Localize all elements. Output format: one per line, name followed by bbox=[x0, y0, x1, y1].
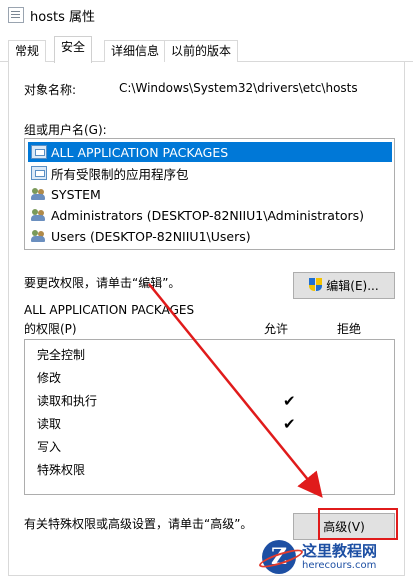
watermark-text: 这里教程网 herecours.com bbox=[302, 541, 378, 572]
permission-row-special: 特殊权限 bbox=[37, 459, 387, 481]
edit-button[interactable]: 编辑(E)... bbox=[293, 272, 395, 299]
package-icon bbox=[31, 145, 47, 159]
title-bar: hosts 属性 bbox=[0, 0, 413, 30]
tab-strip: 常规 安全 详细信息 以前的版本 bbox=[0, 36, 413, 63]
user-name: ALL APPLICATION PACKAGES bbox=[51, 144, 229, 160]
tab-details[interactable]: 详细信息 bbox=[104, 40, 167, 62]
window-title: hosts 属性 bbox=[30, 9, 95, 25]
user-row-system[interactable]: SYSTEM bbox=[28, 184, 392, 204]
permission-row-read-execute: 读取和执行 ✔ bbox=[37, 390, 387, 412]
deny-column-header: 拒绝 bbox=[337, 322, 362, 336]
object-name-label: 对象名称: bbox=[24, 83, 77, 97]
permission-name: 读取和执行 bbox=[37, 394, 98, 408]
users-icon bbox=[31, 208, 47, 222]
permissions-of-label: 的权限(P) bbox=[24, 322, 77, 336]
user-name: SYSTEM bbox=[51, 186, 101, 202]
watermark-name: 这里教程网 bbox=[302, 541, 378, 560]
user-name: Users (DESKTOP-82NIIU1\Users) bbox=[51, 228, 251, 244]
edit-button-label: 编辑(E)... bbox=[326, 279, 379, 293]
permission-name: 完全控制 bbox=[37, 348, 86, 362]
permission-name: 读取 bbox=[37, 417, 62, 431]
permission-row-write: 写入 bbox=[37, 436, 387, 458]
special-permissions-hint: 有关特殊权限或高级设置，请单击“高级”。 bbox=[24, 517, 253, 531]
allow-column-header: 允许 bbox=[264, 322, 289, 336]
permission-row-full-control: 完全控制 bbox=[37, 344, 387, 366]
permissions-for-label: ALL APPLICATION PACKAGES bbox=[24, 303, 195, 317]
group-label: 组或用户名(G): bbox=[24, 123, 107, 137]
user-row-all-app-packages[interactable]: ALL APPLICATION PACKAGES bbox=[28, 142, 392, 162]
annotation-highlight-box bbox=[318, 508, 398, 540]
watermark: Z 这里教程网 herecours.com bbox=[262, 538, 413, 576]
permissions-list: 完全控制 修改 读取和执行 ✔ 读取 ✔ 写入 特殊权限 bbox=[24, 339, 395, 495]
allow-check-icon: ✔ bbox=[283, 392, 296, 410]
object-name-value: C:\Windows\System32\drivers\etc\hosts bbox=[119, 81, 358, 95]
tab-security[interactable]: 安全 bbox=[54, 36, 93, 63]
permission-name: 修改 bbox=[37, 371, 62, 385]
package-icon bbox=[31, 166, 47, 180]
user-row-restricted-packages[interactable]: 所有受限制的应用程序包 bbox=[28, 163, 392, 183]
user-name: 所有受限制的应用程序包 bbox=[51, 166, 189, 182]
users-icon bbox=[31, 229, 47, 243]
change-permissions-hint: 要更改权限，请单击“编辑”。 bbox=[24, 276, 181, 290]
permission-name: 写入 bbox=[37, 440, 62, 454]
file-icon bbox=[8, 7, 24, 23]
allow-check-icon: ✔ bbox=[283, 415, 296, 433]
permission-row-modify: 修改 bbox=[37, 367, 387, 389]
shield-icon bbox=[309, 278, 323, 293]
user-row-users[interactable]: Users (DESKTOP-82NIIU1\Users) bbox=[28, 226, 392, 246]
user-name: Administrators (DESKTOP-82NIIU1\Administ… bbox=[51, 207, 365, 223]
tab-previous-versions[interactable]: 以前的版本 bbox=[164, 40, 239, 62]
watermark-logo: Z bbox=[262, 540, 296, 574]
user-row-administrators[interactable]: Administrators (DESKTOP-82NIIU1\Administ… bbox=[28, 205, 392, 225]
permission-row-read: 读取 ✔ bbox=[37, 413, 387, 435]
watermark-url: herecours.com bbox=[302, 559, 377, 571]
tab-general[interactable]: 常规 bbox=[8, 40, 47, 62]
user-list[interactable]: ALL APPLICATION PACKAGES 所有受限制的应用程序包 SYS… bbox=[24, 138, 395, 250]
permission-name: 特殊权限 bbox=[37, 463, 86, 477]
users-icon bbox=[31, 187, 47, 201]
